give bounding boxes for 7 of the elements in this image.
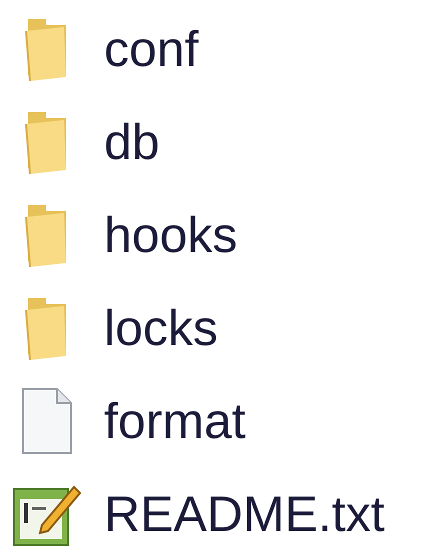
file-name[interactable]: format [94, 392, 246, 450]
file-name[interactable]: hooks [94, 206, 238, 264]
file-name[interactable]: conf [94, 20, 199, 78]
file-icon [21, 386, 73, 454]
file-name[interactable]: locks [94, 298, 218, 356]
file-name[interactable]: README.txt [94, 484, 385, 542]
file-name[interactable]: db [94, 112, 160, 170]
